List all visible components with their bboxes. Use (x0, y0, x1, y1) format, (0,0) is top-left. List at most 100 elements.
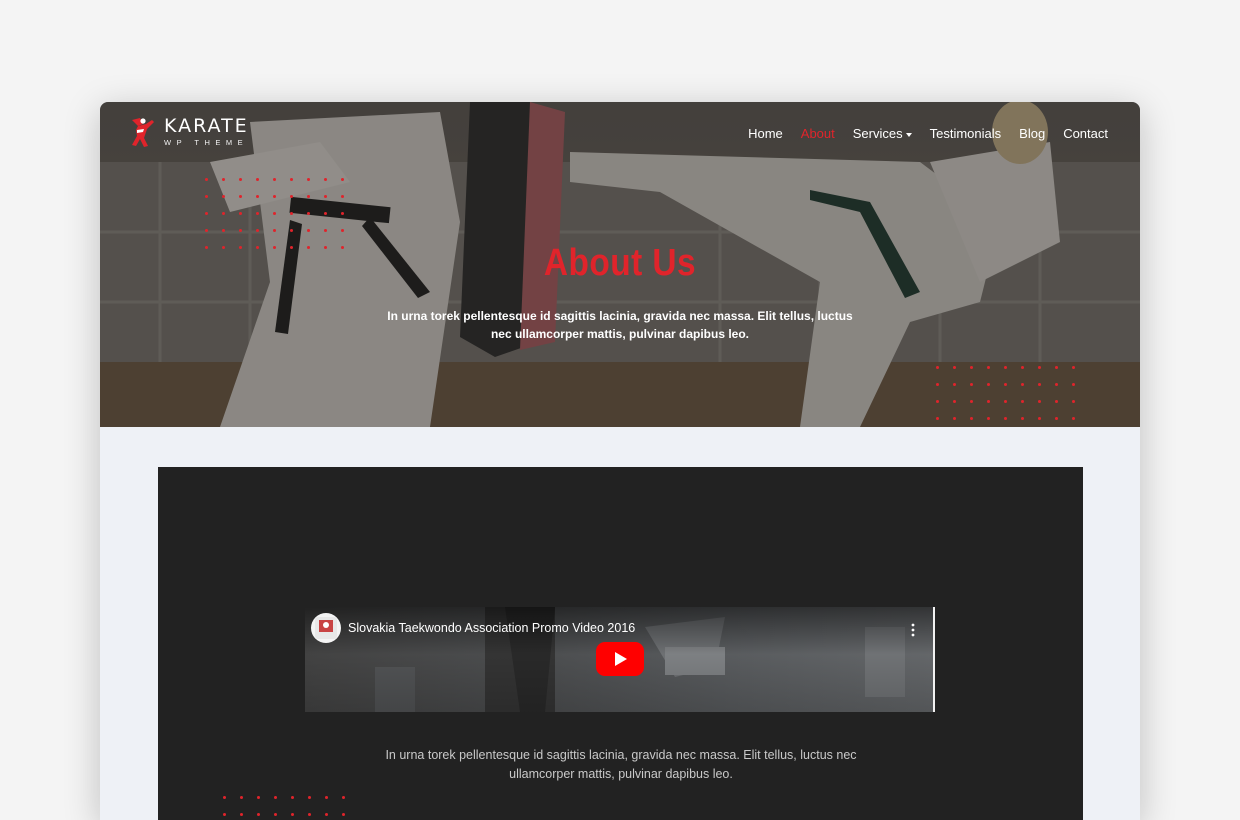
decorative-dot (341, 195, 344, 198)
youtube-play-icon (596, 642, 644, 676)
decorative-dot (953, 383, 956, 386)
decorative-dot (970, 400, 973, 403)
decorative-dot (274, 796, 277, 799)
decorative-dot (222, 229, 225, 232)
decorative-dot (953, 400, 956, 403)
decorative-dot (936, 400, 939, 403)
decorative-dot (1038, 383, 1041, 386)
decorative-dot (342, 813, 345, 816)
decorative-dot (223, 796, 226, 799)
video-right-edge (933, 607, 935, 712)
decorative-dot (256, 212, 259, 215)
decorative-dot (1004, 383, 1007, 386)
decorative-dot (1038, 366, 1041, 369)
decorative-dot (953, 417, 956, 420)
decorative-dot (1072, 400, 1075, 403)
more-vert-icon[interactable] (911, 623, 915, 637)
decorative-dot (239, 178, 242, 181)
decorative-dot (936, 383, 939, 386)
nav-item-home[interactable]: Home (748, 126, 783, 141)
decorative-dot (205, 178, 208, 181)
decorative-dot (987, 366, 990, 369)
decorative-dot (987, 400, 990, 403)
decorative-dot (274, 813, 277, 816)
decorative-dot (307, 229, 310, 232)
decorative-dot (256, 229, 259, 232)
decorative-dot (1055, 417, 1058, 420)
hero-section: KARATE WP THEME Home About Services Test… (100, 102, 1140, 427)
decorative-dot (291, 813, 294, 816)
decorative-dot (256, 195, 259, 198)
decorative-dot (1038, 400, 1041, 403)
channel-logo-icon (315, 617, 337, 639)
decorative-dot (1072, 366, 1075, 369)
logo-wordmark: KARATE (164, 115, 249, 138)
youtube-play-button[interactable] (596, 642, 644, 676)
decorative-dot (308, 813, 311, 816)
browser-card: KARATE WP THEME Home About Services Test… (100, 102, 1140, 820)
decorative-dot (324, 212, 327, 215)
decorative-dots-bottom-left (223, 796, 353, 820)
karate-fighter-logo-icon (132, 118, 154, 147)
nav-item-contact[interactable]: Contact (1063, 126, 1108, 141)
decorative-dot (273, 229, 276, 232)
decorative-dot (256, 178, 259, 181)
decorative-dot (308, 796, 311, 799)
decorative-dot (222, 195, 225, 198)
decorative-dot (325, 813, 328, 816)
decorative-dot (290, 212, 293, 215)
site-logo[interactable]: KARATE WP THEME (126, 116, 249, 148)
decorative-dot (239, 212, 242, 215)
nav-item-services-label: Services (852, 126, 903, 141)
decorative-dot (1072, 417, 1075, 420)
main-navigation: Home About Services Testimonials Blog Co… (748, 126, 1108, 141)
decorative-dot (341, 178, 344, 181)
decorative-dot (341, 229, 344, 232)
section-description: In urna torek pellentesque id sagittis l… (385, 748, 857, 781)
youtube-video-embed[interactable]: Slovakia Taekwondo Association Promo Vid… (305, 607, 935, 712)
nav-item-services[interactable]: Services (853, 126, 912, 141)
decorative-dot (1021, 366, 1024, 369)
decorative-dot (970, 366, 973, 369)
decorative-dot (1055, 400, 1058, 403)
decorative-dot (1004, 400, 1007, 403)
decorative-dot (290, 195, 293, 198)
decorative-dot (1004, 417, 1007, 420)
decorative-dot (222, 212, 225, 215)
decorative-dot (1021, 417, 1024, 420)
decorative-dot (307, 195, 310, 198)
decorative-dot (936, 417, 939, 420)
decorative-dot (307, 178, 310, 181)
video-title[interactable]: Slovakia Taekwondo Association Promo Vid… (348, 621, 635, 635)
nav-item-testimonials[interactable]: Testimonials (930, 126, 1002, 141)
decorative-dot (307, 212, 310, 215)
decorative-dot (239, 195, 242, 198)
decorative-dot (324, 229, 327, 232)
decorative-dot (1055, 366, 1058, 369)
decorative-dot (1004, 366, 1007, 369)
page-title: About Us (543, 242, 697, 284)
decorative-dot (257, 796, 260, 799)
decorative-dot (290, 178, 293, 181)
decorative-dot (240, 796, 243, 799)
decorative-dot (223, 813, 226, 816)
decorative-dot (987, 417, 990, 420)
decorative-dot (324, 178, 327, 181)
decorative-dot (205, 195, 208, 198)
nav-item-about[interactable]: About (801, 126, 835, 141)
decorative-dot (342, 796, 345, 799)
decorative-dot (953, 366, 956, 369)
decorative-dot (1038, 417, 1041, 420)
decorative-dot (273, 178, 276, 181)
decorative-dot (1021, 400, 1024, 403)
decorative-dot (1072, 383, 1075, 386)
decorative-dot (936, 366, 939, 369)
decorative-dot (325, 796, 328, 799)
decorative-dot (970, 383, 973, 386)
channel-avatar[interactable] (311, 613, 341, 643)
decorative-dot (205, 229, 208, 232)
decorative-dot (291, 796, 294, 799)
nav-item-blog[interactable]: Blog (1019, 126, 1045, 141)
decorative-dot (273, 212, 276, 215)
decorative-dots-right (936, 366, 1076, 427)
